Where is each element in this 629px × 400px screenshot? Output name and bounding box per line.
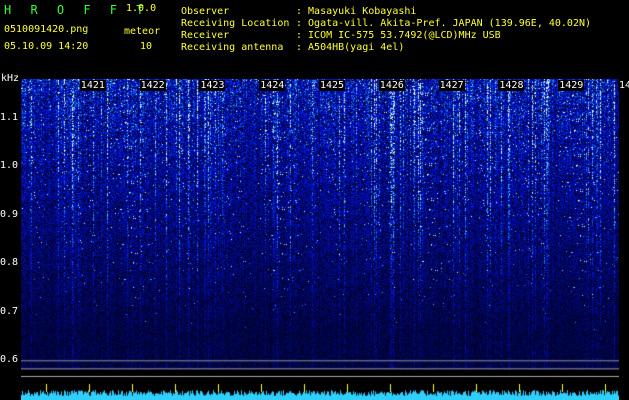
antenna-label: Receiving antenna: [181, 42, 284, 53]
spectrum-canvas: [21, 372, 619, 400]
x-tick-label: 1421: [79, 80, 106, 91]
y-tick-label: 0.7: [0, 305, 19, 317]
x-tick-label: 1422: [139, 80, 166, 91]
x-tick-label: 1426: [378, 80, 405, 91]
file-timestamp: 05.10.09 14:20: [4, 41, 89, 52]
x-tick-label: 1423: [199, 80, 226, 91]
detection-count: 10: [140, 41, 153, 52]
y-axis-label: kHz: [1, 73, 20, 84]
y-tick-label: 0.9: [0, 208, 19, 220]
y-tick-label: 1.1: [0, 111, 19, 123]
x-tick-label: 1430: [618, 80, 629, 91]
y-tick-label: 0.6: [0, 354, 19, 366]
y-tick-label: 1.0: [0, 160, 19, 172]
x-tick-label: 1424: [259, 80, 286, 91]
antenna-value: : A504HB(yagi 4el): [296, 42, 405, 53]
spectrogram: [21, 79, 619, 370]
detection-label: meteor: [124, 26, 161, 37]
location-value: : Ogata-vill. Akita-Pref. JAPAN (139.96E…: [296, 18, 592, 29]
observer-value: : Masayuki Kobayashi: [296, 6, 417, 17]
y-tick-label: 0.8: [0, 257, 19, 269]
x-tick-label: 1428: [498, 80, 525, 91]
observer-label: Observer: [181, 6, 230, 17]
location-label: Receiving Location: [181, 18, 290, 29]
receiver-label: Receiver: [181, 30, 230, 41]
app-version: 1.0.0: [126, 3, 157, 14]
x-tick-label: 1429: [558, 80, 585, 91]
receiver-value: : ICOM IC-575 53.7492(@LCD)MHz USB: [296, 30, 501, 41]
x-tick-label: 1427: [438, 80, 465, 91]
spectrogram-canvas: [21, 79, 619, 370]
file-name: 0510091420.png: [4, 24, 89, 35]
x-tick-label: 1425: [319, 80, 346, 91]
